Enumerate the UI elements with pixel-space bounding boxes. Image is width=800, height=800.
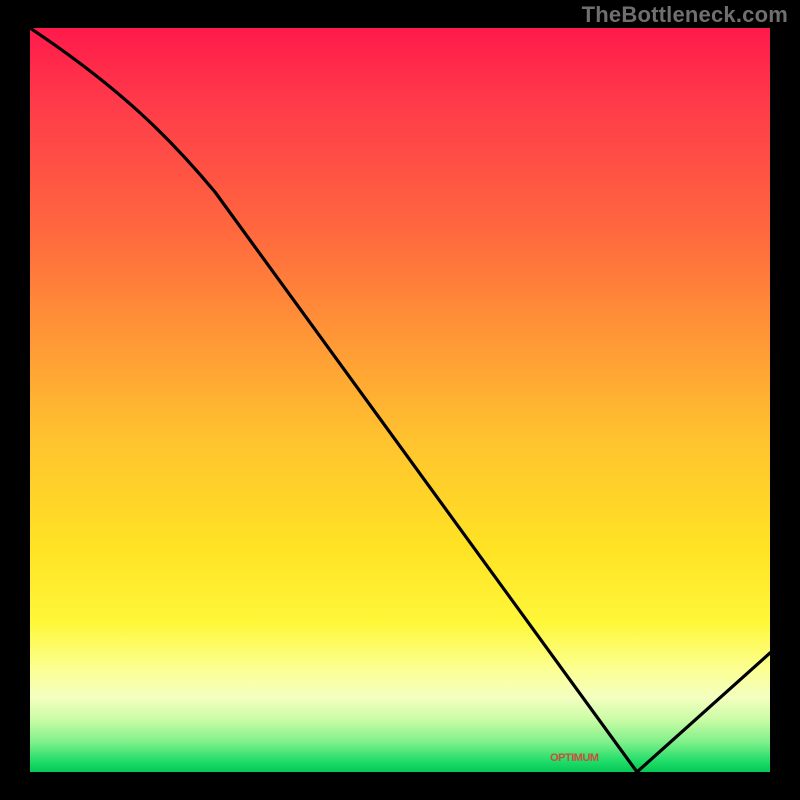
watermark-text: TheBottleneck.com (582, 2, 788, 28)
chart-stage: TheBottleneck.com OPTIMUM (0, 0, 800, 800)
minimum-label: OPTIMUM (550, 752, 598, 764)
plot-area: OPTIMUM (30, 28, 770, 772)
bottleneck-curve (30, 28, 770, 772)
